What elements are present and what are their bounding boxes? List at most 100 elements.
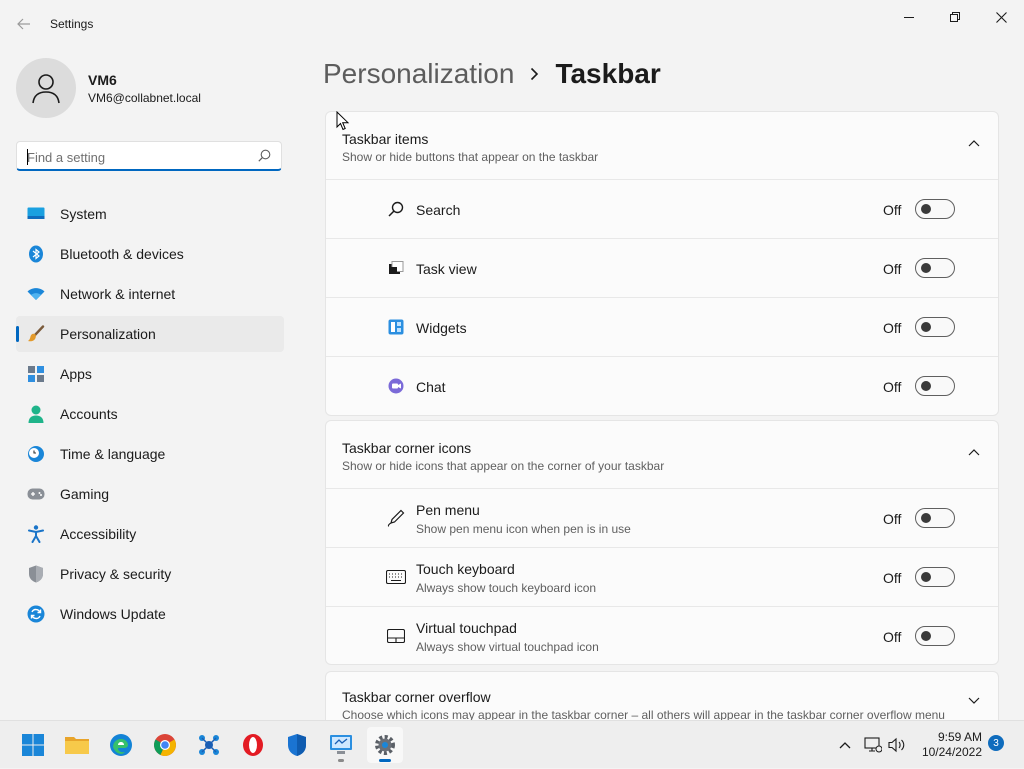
search-input[interactable]	[27, 147, 247, 167]
running-indicator	[338, 759, 344, 762]
taskbar-items-header[interactable]: Taskbar items Show or hide buttons that …	[326, 112, 998, 180]
task-view-toggle[interactable]	[915, 258, 955, 278]
widgets-toggle[interactable]	[915, 317, 955, 337]
show-hidden-icons-button[interactable]	[836, 741, 854, 749]
close-icon	[995, 11, 1007, 23]
bluetooth-icon	[26, 244, 46, 264]
accessibility-icon	[26, 524, 46, 544]
touch-keyboard-toggle[interactable]	[915, 567, 955, 587]
pen-menu-toggle[interactable]	[915, 508, 955, 528]
setting-label: Widgets	[416, 320, 467, 336]
sidebar-item-network[interactable]: Network & internet	[16, 276, 284, 312]
text-caret	[27, 149, 28, 165]
breadcrumb: Personalization Taskbar	[323, 58, 661, 90]
restore-button[interactable]	[932, 4, 978, 30]
toggle-state-label: Off	[883, 202, 902, 218]
user-name: VM6	[88, 72, 117, 88]
toggle-knob	[921, 631, 931, 641]
sidebar-item-label: Apps	[60, 366, 92, 382]
volume-button[interactable]	[888, 737, 906, 753]
sidebar-item-bluetooth[interactable]: Bluetooth & devices	[16, 236, 284, 272]
setting-label: Touch keyboard	[416, 561, 515, 577]
edge-icon	[110, 734, 132, 756]
user-email: VM6@collabnet.local	[88, 91, 201, 105]
sidebar-item-gaming[interactable]: Gaming	[16, 476, 284, 512]
start-button[interactable]	[15, 727, 51, 763]
toggle-state-label: Off	[883, 570, 902, 586]
update-icon	[26, 604, 46, 624]
chrome-button[interactable]	[147, 727, 183, 763]
notification-badge[interactable]: 3	[988, 735, 1004, 751]
sidebar-item-personalization[interactable]: Personalization	[16, 316, 284, 352]
sidebar-item-label: Bluetooth & devices	[60, 246, 184, 262]
virtual-touchpad-toggle[interactable]	[915, 626, 955, 646]
sidebar-item-accounts[interactable]: Accounts	[16, 396, 284, 432]
chevron-down-icon	[968, 697, 980, 704]
network-app-button[interactable]	[191, 727, 227, 763]
chevron-up-icon	[968, 140, 980, 147]
folder-icon	[65, 737, 89, 754]
search-toggle[interactable]	[915, 199, 955, 219]
setting-row-chat: Chat Off	[326, 357, 998, 415]
mouse-cursor-icon	[336, 111, 350, 131]
clock-date: 10/24/2022	[921, 745, 982, 759]
setting-description: Show pen menu icon when pen is in use	[416, 522, 631, 536]
person-icon	[26, 404, 46, 424]
sidebar-item-windows-update[interactable]: Windows Update	[16, 596, 284, 632]
defender-button[interactable]	[279, 727, 315, 763]
sidebar-item-accessibility[interactable]: Accessibility	[16, 516, 284, 552]
wifi-icon	[26, 284, 46, 304]
setting-row-search: Search Off	[326, 180, 998, 239]
settings-app-button[interactable]	[367, 727, 403, 763]
breadcrumb-parent-link[interactable]: Personalization	[323, 58, 514, 90]
clock-globe-icon	[26, 444, 46, 464]
network-status-button[interactable]	[864, 737, 882, 753]
chevron-right-icon	[530, 67, 539, 81]
chat-icon	[386, 376, 406, 396]
toggle-state-label: Off	[883, 320, 902, 336]
file-explorer-button[interactable]	[59, 727, 95, 763]
settings-gear-icon	[375, 735, 395, 755]
setting-row-widgets: Widgets Off	[326, 298, 998, 357]
shield-icon	[26, 564, 46, 584]
setting-label: Virtual touchpad	[416, 620, 517, 636]
sidebar-item-system[interactable]: System	[16, 196, 284, 232]
sidebar-item-label: Network & internet	[60, 286, 176, 302]
widgets-icon	[386, 317, 406, 337]
remote-desktop-button[interactable]	[323, 727, 359, 763]
chat-toggle[interactable]	[915, 376, 955, 396]
taskbar-clock[interactable]: 9:59 AM 10/24/2022	[912, 730, 982, 760]
chevron-up-icon	[968, 449, 980, 456]
sidebar-item-time-language[interactable]: Time & language	[16, 436, 284, 472]
sidebar-item-label: Privacy & security	[60, 566, 172, 582]
network-wired-icon	[864, 737, 882, 753]
toggle-knob	[921, 322, 931, 332]
apps-icon	[26, 364, 46, 384]
sidebar-item-apps[interactable]: Apps	[16, 356, 284, 392]
taskbar-items-section: Taskbar items Show or hide buttons that …	[325, 111, 999, 416]
back-button[interactable]	[10, 12, 38, 36]
corner-icons-header[interactable]: Taskbar corner icons Show or hide icons …	[326, 421, 998, 489]
sidebar-item-label: Gaming	[60, 486, 110, 502]
sidebar-item-label: Accounts	[60, 406, 118, 422]
avatar[interactable]	[16, 58, 76, 118]
sidebar-item-privacy-security[interactable]: Privacy & security	[16, 556, 284, 592]
sidebar-item-label: System	[60, 206, 107, 222]
monitor-icon	[26, 204, 46, 224]
close-button[interactable]	[978, 4, 1024, 30]
toggle-knob	[921, 263, 931, 273]
title-bar: Settings	[0, 0, 1024, 48]
remote-desktop-icon	[330, 735, 352, 754]
touchpad-icon	[386, 626, 406, 646]
edge-button[interactable]	[103, 727, 139, 763]
setting-row-touch-keyboard: Touch keyboard Always show touch keyboar…	[326, 548, 998, 607]
volume-icon	[888, 737, 905, 753]
opera-button[interactable]	[235, 727, 271, 763]
gamepad-icon	[26, 484, 46, 504]
defender-shield-icon	[288, 734, 306, 756]
search-box[interactable]	[16, 141, 282, 171]
search-icon	[258, 149, 271, 162]
setting-row-virtual-touchpad: Virtual touchpad Always show virtual tou…	[326, 607, 998, 664]
minimize-button[interactable]	[886, 4, 932, 30]
toggle-state-label: Off	[883, 379, 902, 395]
